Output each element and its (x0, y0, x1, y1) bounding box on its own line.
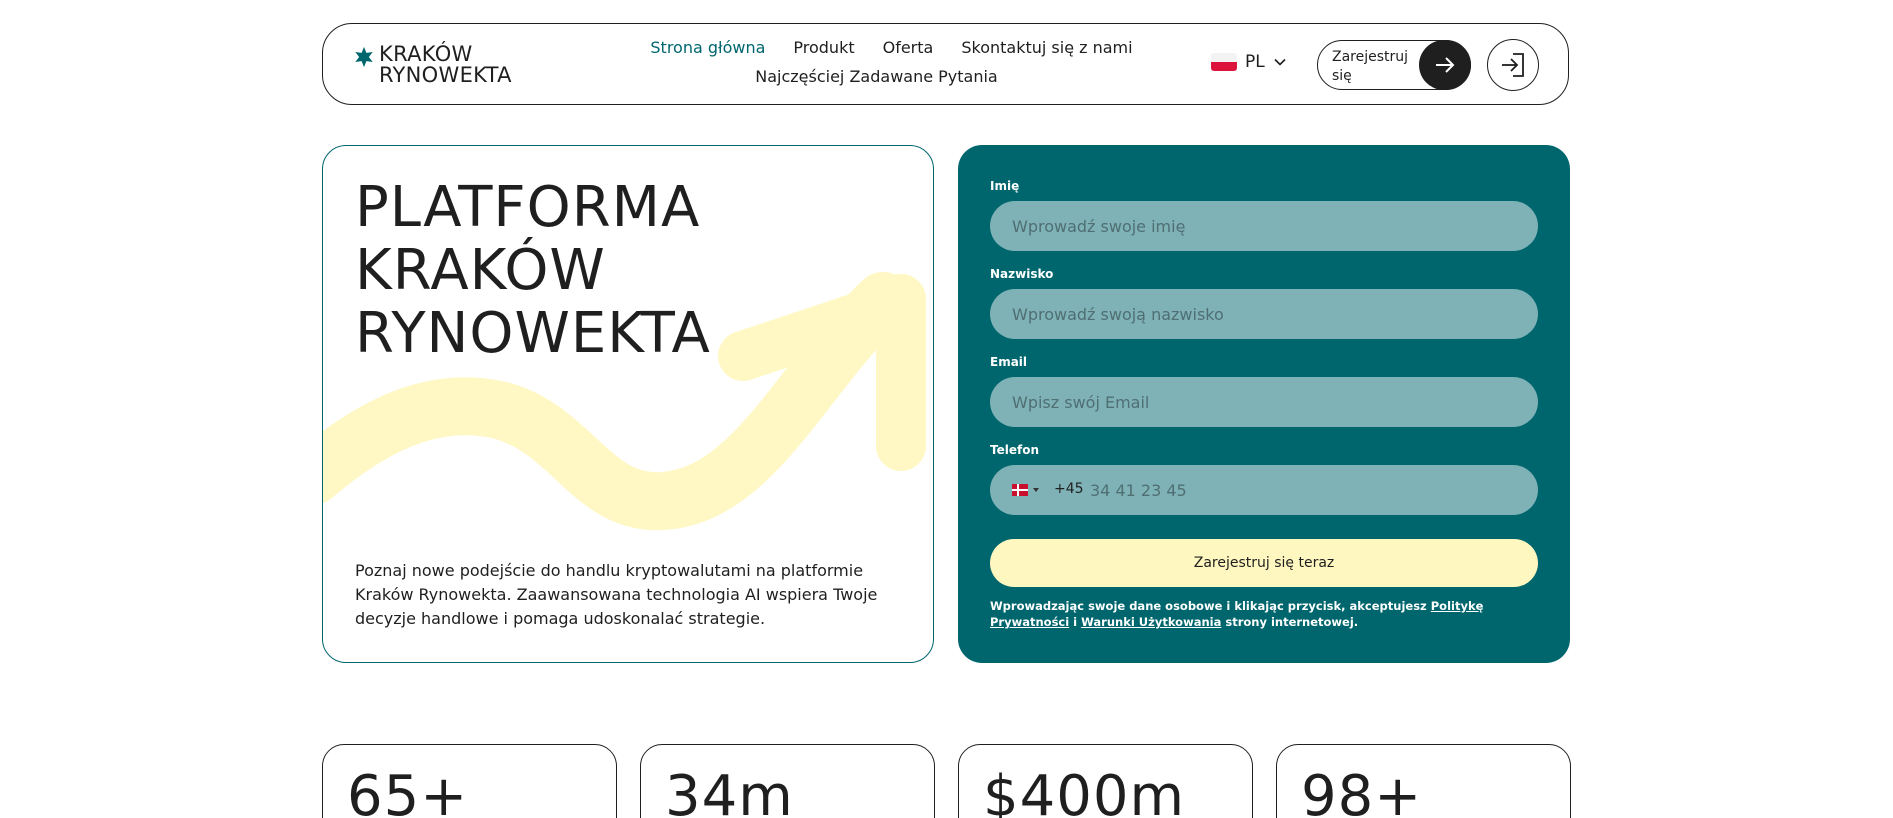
submit-register-button[interactable]: Zarejestruj się teraz (990, 539, 1538, 587)
stat-card: $400m (958, 744, 1253, 818)
terms-of-use-link[interactable]: Warunki Użytkowania (1081, 615, 1221, 629)
header-register-button[interactable]: Zarejestruj się (1317, 40, 1471, 90)
nav-offer[interactable]: Oferta (883, 38, 934, 57)
language-selector[interactable]: PL (1211, 52, 1287, 72)
stat-card: 65+ (322, 744, 617, 818)
chevron-down-icon (1274, 58, 1286, 66)
nav-product[interactable]: Produkt (793, 38, 854, 57)
stat-value: 98+ (1301, 764, 1423, 818)
email-label: Email (990, 355, 1028, 369)
consent-text: Wprowadzając swoje dane osobowe i klikaj… (990, 598, 1545, 630)
poland-flag-icon (1211, 53, 1237, 71)
phone-field: +45 (990, 465, 1538, 515)
caret-down-icon[interactable] (1033, 488, 1039, 492)
site-header: KRAKÓW RYNOWEKTA Strona główna Produkt O… (322, 23, 1569, 105)
last-name-input[interactable] (990, 289, 1538, 339)
arrow-right-icon (1436, 57, 1455, 73)
stat-card: 34m (640, 744, 935, 818)
first-name-input[interactable] (990, 201, 1538, 251)
consent-middle: i (1069, 615, 1082, 629)
registration-form: Imię Nazwisko Email Telefon +45 Zarejest… (958, 145, 1570, 663)
stat-card: 98+ (1276, 744, 1571, 818)
phone-input[interactable] (1090, 465, 1530, 515)
nav-faq[interactable]: Najczęściej Zadawane Pytania (755, 67, 997, 86)
nav-home[interactable]: Strona główna (650, 38, 765, 57)
phone-label: Telefon (990, 443, 1039, 457)
login-button[interactable] (1487, 39, 1539, 91)
register-arrow-button[interactable] (1419, 40, 1471, 90)
login-icon (1502, 53, 1524, 77)
dial-code: +45 (1054, 481, 1084, 497)
first-name-label: Imię (990, 179, 1020, 193)
stat-value: 65+ (347, 764, 469, 818)
hero-description: Poznaj nowe podejście do handlu kryptowa… (355, 561, 878, 628)
header-register-label: Zarejestruj się (1332, 49, 1409, 84)
stat-value: 34m (665, 764, 794, 818)
consent-prefix: Wprowadzając swoje dane osobowe i klikaj… (990, 599, 1431, 613)
last-name-label: Nazwisko (990, 267, 1054, 281)
email-input[interactable] (990, 377, 1538, 427)
language-code: PL (1245, 52, 1265, 72)
nav-contact[interactable]: Skontaktuj się z nami (961, 38, 1132, 57)
denmark-flag-icon[interactable] (1012, 484, 1028, 496)
consent-suffix: strony internetowej. (1221, 615, 1359, 629)
hero-card: PLATFORMA KRAKÓW RYNOWEKTA Poznaj nowe p… (322, 145, 934, 663)
stat-value: $400m (983, 764, 1186, 818)
hero-title: PLATFORMA KRAKÓW RYNOWEKTA (355, 175, 711, 366)
